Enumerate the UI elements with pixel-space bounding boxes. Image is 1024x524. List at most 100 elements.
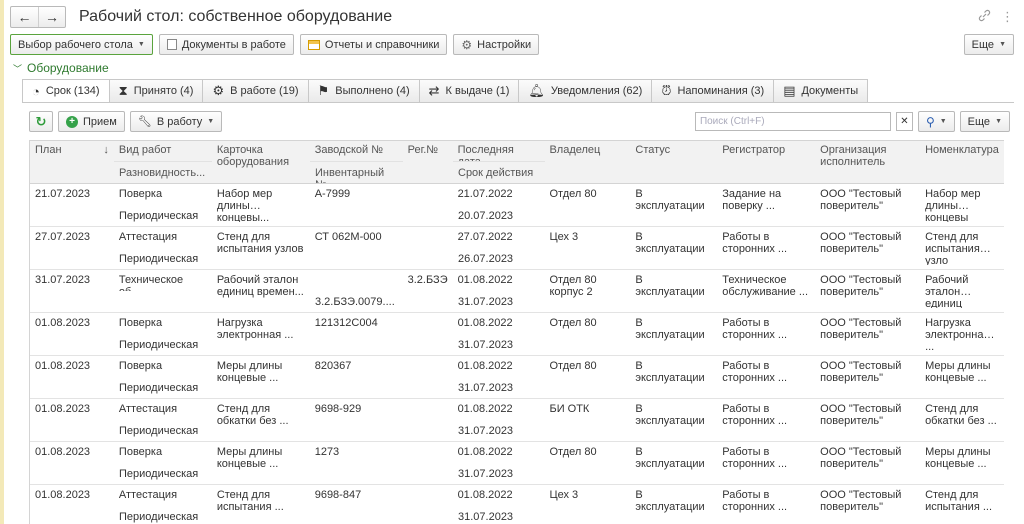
serial-cell: 9698-929 xyxy=(314,403,362,415)
org-cell: ООО "Тестовый поверитель" xyxy=(820,403,902,427)
table-row[interactable]: 31.07.2023 Техническое об... Рабочий этало… xyxy=(30,270,1004,313)
table-body: 21.07.2023 Поверка Набор мер длины концевы… xyxy=(30,184,1004,524)
column-header-org[interactable]: Организация исполнитель xyxy=(815,141,920,183)
org-cell: ООО "Тестовый поверитель" xyxy=(820,188,902,212)
to-work-button[interactable]: 🔧︎ В работу ▼ xyxy=(129,111,223,132)
valid-until-cell: 26.07.2023 xyxy=(458,253,514,265)
registrar-cell: Работы в сторонних ... xyxy=(722,446,788,470)
document-icon xyxy=(166,39,177,50)
work-type-cell: Поверка xyxy=(118,360,163,372)
plan-cell: 01.08.2023 xyxy=(35,489,91,501)
handover-icon: ⇄ xyxy=(428,83,440,98)
tab-done[interactable]: ⚑ Выполнено (4) xyxy=(308,79,420,103)
forward-button[interactable]: → xyxy=(38,7,65,27)
column-header-plan[interactable]: План ↓ xyxy=(30,141,114,161)
tab-documents[interactable]: ▤ Документы xyxy=(774,79,869,103)
workspace-select-button[interactable]: Выбор рабочего стола ▼ xyxy=(10,34,153,55)
to-work-label: В работу xyxy=(156,115,203,128)
empty-cell xyxy=(212,248,310,269)
chevron-down-icon: ▼ xyxy=(207,118,215,125)
inventory-cell xyxy=(310,506,403,524)
valid-until-cell: 31.07.2023 xyxy=(458,339,514,351)
column-header-owner[interactable]: Владелец xyxy=(544,141,630,161)
work-type-cell: Поверка xyxy=(118,188,163,200)
table-row[interactable]: 27.07.2023 Аттестация Стенд для испытания … xyxy=(30,227,1004,270)
more-button[interactable]: Еще ▼ xyxy=(963,34,1014,55)
column-header-reg[interactable]: Рег.№ xyxy=(403,141,453,161)
table-row[interactable]: 01.08.2023 Аттестация Стенд для обкатки бе… xyxy=(30,399,1004,442)
column-header-work-type[interactable]: Вид работ xyxy=(114,141,212,161)
reg-cell xyxy=(403,485,453,506)
inventory-cell xyxy=(310,463,403,484)
nomenclature-cell: Стенд для испытания узло xyxy=(925,231,980,265)
column-header-status[interactable]: Статус xyxy=(630,141,717,161)
tab-accepted[interactable]: ⧗ Принято (4) xyxy=(109,79,204,103)
equipment-group-header[interactable]: ﹀ Оборудование xyxy=(13,61,109,75)
tab-label: Документы xyxy=(801,85,859,97)
tab-label: Уведомления (62) xyxy=(550,85,643,97)
column-header-registrar[interactable]: Регистратор xyxy=(717,141,815,161)
plan-cell: 27.07.2023 xyxy=(35,231,91,243)
work-type-cell: Аттестация xyxy=(118,489,178,501)
column-header-valid-until[interactable]: Срок действия xyxy=(453,161,545,183)
page-title: Рабочий стол: собственное оборудование xyxy=(79,8,393,25)
tab-label: В работе (19) xyxy=(230,85,299,97)
back-button[interactable]: ← xyxy=(11,7,38,27)
chevron-down-icon: ▼ xyxy=(995,118,1002,125)
org-cell: ООО "Тестовый поверитель" xyxy=(820,489,902,513)
tab-term[interactable]: ◔ Срок (134) xyxy=(22,79,110,103)
column-header-last-date[interactable]: Последняя дата xyxy=(453,141,545,161)
search-button[interactable]: ⚲ ▼ xyxy=(917,111,955,132)
owner-cell: Цех 3 xyxy=(549,489,579,501)
work-type-cell: Аттестация xyxy=(118,403,178,415)
table-row[interactable]: 01.08.2023 Поверка Меры длины концевые ...… xyxy=(30,442,1004,485)
left-accent-bar xyxy=(0,0,4,524)
org-cell: ООО "Тестовый поверитель" xyxy=(820,231,902,255)
search-clear-button[interactable]: ✕ xyxy=(895,112,913,131)
column-header-nomenclature[interactable]: Номенклатура xyxy=(920,141,1004,161)
registrar-cell: Техническое обслуживание ... xyxy=(722,274,809,298)
table-more-button[interactable]: Еще ▼ xyxy=(959,111,1010,132)
chevron-down-icon: ▼ xyxy=(137,41,145,48)
tab-to-issue[interactable]: ⇄ К выдаче (1) xyxy=(419,79,520,103)
owner-cell: Отдел 80 xyxy=(549,317,597,329)
table-row[interactable]: 01.08.2023 Поверка Нагрузка электронная ..… xyxy=(30,313,1004,356)
gear-icon: ⚙ xyxy=(461,37,473,52)
owner-cell: Отдел 80 xyxy=(549,360,597,372)
tab-reminders[interactable]: ⏰︎ Напоминания (3) xyxy=(652,79,775,103)
org-cell: ООО "Тестовый поверитель" xyxy=(820,317,902,341)
column-header-inventory[interactable]: Инвентарный № xyxy=(310,161,403,183)
owner-cell: Отдел 80 xyxy=(549,188,597,200)
org-cell: ООО "Тестовый поверитель" xyxy=(820,360,902,384)
valid-until-cell: 31.07.2023 xyxy=(458,296,514,308)
tab-in-work[interactable]: ⚙ В работе (19) xyxy=(203,79,309,103)
accept-label: Прием xyxy=(83,115,117,128)
docs-in-work-button[interactable]: Документы в работе xyxy=(158,34,294,55)
tab-label: К выдаче (1) xyxy=(445,85,510,97)
owner-cell: Отдел 80 корпус 2 xyxy=(549,274,597,298)
reg-cell xyxy=(403,313,453,334)
table-row[interactable]: 21.07.2023 Поверка Набор мер длины концевы… xyxy=(30,184,1004,227)
link-icon[interactable] xyxy=(978,9,991,25)
reports-button[interactable]: Отчеты и справочники xyxy=(299,34,448,55)
inventory-cell xyxy=(310,420,403,441)
column-header-work-subtype[interactable]: Разновидность... xyxy=(114,161,212,183)
registrar-cell: Работы в сторонних ... xyxy=(722,317,788,341)
refresh-button[interactable]: ↻ xyxy=(29,111,53,132)
empty-cell xyxy=(403,420,453,441)
table-row[interactable]: 01.08.2023 Поверка Меры длины концевые ...… xyxy=(30,356,1004,399)
status-cell: В эксплуатации xyxy=(635,360,705,384)
search-input[interactable]: Поиск (Ctrl+F) xyxy=(694,112,891,131)
settings-button[interactable]: ⚙ Настройки xyxy=(453,34,540,55)
table-row[interactable]: 01.08.2023 Аттестация Стенд для испытания … xyxy=(30,485,1004,524)
more-menu-icon[interactable]: ⋮ xyxy=(1001,9,1014,25)
serial-cell: 121312С004 xyxy=(314,317,378,329)
column-header-serial[interactable]: Заводской № xyxy=(310,141,403,161)
accept-button[interactable]: + Прием xyxy=(58,111,125,132)
nomenclature-cell: Меры длины концевые ... xyxy=(925,446,991,470)
last-date-cell: 21.07.2022 xyxy=(457,188,513,200)
empty-cell xyxy=(403,248,453,269)
tab-notifications[interactable]: 🔔︎ Уведомления (62) xyxy=(519,79,653,103)
plan-cell: 31.07.2023 xyxy=(35,274,91,286)
last-date-cell: 01.08.2022 xyxy=(457,403,513,415)
